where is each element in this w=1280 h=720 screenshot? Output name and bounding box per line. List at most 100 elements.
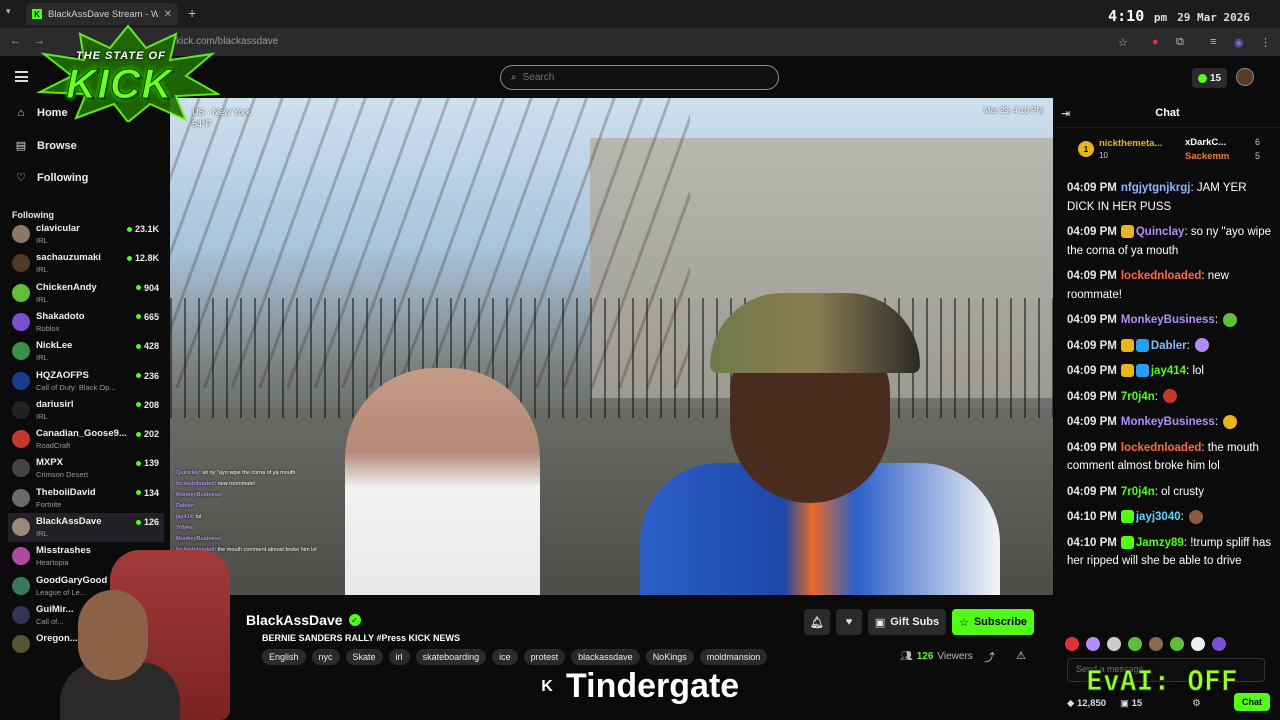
sidebar-channel-10[interactable]: BlackAssDave IRL 126 xyxy=(8,513,164,542)
leaderboard-count: 6 xyxy=(1255,137,1261,147)
share-icon[interactable]: ⤴ xyxy=(984,649,995,665)
browser-tab[interactable]: K BlackAssDave Stream - Wat ✕ xyxy=(26,3,178,25)
overlay-chat-line: Dabler: xyxy=(176,503,195,509)
live-dot-icon xyxy=(135,373,141,378)
overlay-chat-line: Quinclay: so ny "ayo wipe the corna of y… xyxy=(176,470,296,476)
stream-tag[interactable]: nyc xyxy=(311,649,340,665)
extension-icon[interactable]: ● xyxy=(1152,36,1159,48)
back-icon[interactable]: ← xyxy=(10,35,21,47)
streamer-name[interactable]: BlackAssDave ✓ xyxy=(246,612,361,628)
emote-icon[interactable] xyxy=(1191,637,1205,651)
follow-heart-button[interactable]: ♥ xyxy=(836,609,862,635)
chat-message: 04:09 PM Dabler: xyxy=(1067,337,1277,356)
emote-icon[interactable] xyxy=(1149,637,1163,651)
sidebar-channel-4[interactable]: NickLee IRL 428 xyxy=(8,337,164,366)
profile-icon[interactable]: ◉ xyxy=(1234,36,1244,49)
sidebar-channel-3[interactable]: Shakadoto Roblox 665 xyxy=(8,308,164,337)
search-input[interactable] xyxy=(522,72,743,83)
kicks-balance-button[interactable]: 15 xyxy=(1192,68,1227,88)
channel-avatar xyxy=(12,576,30,595)
notification-bell-button[interactable]: 🔔︎ xyxy=(804,609,830,635)
stream-title: BERNIE SANDERS RALLY #Press KICK NEWS xyxy=(262,633,461,643)
sidebar-item-following[interactable]: ♡ Following xyxy=(15,171,88,185)
overlay-chat-line: jay414: lol xyxy=(176,514,202,520)
chat-message-time: 04:09 PM xyxy=(1067,485,1117,498)
stream-tag[interactable]: skateboarding xyxy=(415,649,487,665)
extensions-puzzle-icon[interactable]: ⧉ xyxy=(1176,36,1184,49)
chat-message-time: 04:10 PM xyxy=(1067,511,1117,523)
overlay-chat-line: lockednloaded: new roommate! xyxy=(176,481,256,487)
stream-tag[interactable]: NoKings xyxy=(645,649,694,665)
stream-tags: English nyc Skate irl skateboarding ice protes… xyxy=(262,649,768,665)
stream-tag[interactable]: irl xyxy=(388,649,410,665)
video-player[interactable]: US · New York 54°F Mar 29, 4:10 PM Quinc… xyxy=(170,98,1053,595)
chat-message-time: 04:09 PM xyxy=(1067,365,1117,377)
leaderboard-user[interactable]: Sackemm xyxy=(1185,151,1229,162)
channel-viewers: 12.8K xyxy=(126,253,159,263)
sidebar-channel-0[interactable]: clavicular IRL 23.1K xyxy=(8,220,164,249)
emote-icon[interactable] xyxy=(1170,637,1184,651)
collapse-chat-icon[interactable]: ⇥ xyxy=(1061,107,1070,120)
sidebar-channel-7[interactable]: Canadian_Goose9... RoadCraft 202 xyxy=(8,425,164,454)
emote-icon[interactable] xyxy=(1128,637,1142,651)
chat-message-user[interactable]: jayj3040 xyxy=(1136,511,1181,523)
hamburger-menu-icon[interactable] xyxy=(15,71,28,82)
tab-list-icon[interactable]: ▾ xyxy=(6,6,11,17)
chat-message-user[interactable]: 7r0j4n xyxy=(1121,486,1155,498)
browser-menu-icon[interactable]: ⋮ xyxy=(1260,36,1271,49)
emote-icon[interactable] xyxy=(1107,637,1121,651)
viewers-icon: 👥︎ xyxy=(900,651,913,662)
channel-viewers-value: 126 xyxy=(143,517,159,527)
chat-message: 04:09 PM jay414: lol xyxy=(1067,364,1204,378)
leaderboard-user[interactable]: nickthemeta... xyxy=(1099,138,1162,149)
chat-message-user[interactable]: MonkeyBusiness xyxy=(1121,416,1215,428)
chat-message-user[interactable]: jay414 xyxy=(1151,365,1186,377)
chat-message-user[interactable]: nfgjytgnjkrgj xyxy=(1121,182,1191,194)
emote-icon[interactable] xyxy=(1086,637,1100,651)
sidebar-channel-6[interactable]: dariusirl IRL 208 xyxy=(8,396,164,425)
media-control-icon[interactable]: ≡ xyxy=(1210,36,1216,48)
chat-message-user[interactable]: 7r0j4n xyxy=(1121,391,1155,403)
chat-message-user[interactable]: Quinclay xyxy=(1136,226,1185,238)
chat-badge-icon xyxy=(1135,364,1149,378)
chat-message-user[interactable]: lockednloaded xyxy=(1121,270,1202,282)
stream-tag[interactable]: Skate xyxy=(345,649,383,665)
stream-tag[interactable]: moldmansion xyxy=(699,649,768,665)
channel-avatar xyxy=(12,312,30,331)
user-avatar[interactable] xyxy=(1236,68,1254,86)
close-tab-icon[interactable]: ✕ xyxy=(164,9,172,20)
sidebar-channel-2[interactable]: ChickenAndy IRL 904 xyxy=(8,279,164,308)
chat-badge-icon xyxy=(1135,338,1149,352)
search-bar[interactable]: ⌕ xyxy=(500,65,779,90)
send-chat-button[interactable]: Chat xyxy=(1234,693,1270,711)
report-icon[interactable]: ⚠ xyxy=(1016,649,1026,662)
leaderboard-user[interactable]: xDarkC... xyxy=(1185,137,1226,148)
sidebar-channel-1[interactable]: sachauzumaki IRL 12.8K xyxy=(8,249,164,278)
chat-settings-icon[interactable]: ⚙ xyxy=(1192,698,1201,709)
chat-message-user[interactable]: Jamzy89 xyxy=(1136,537,1184,549)
sidebar-channel-8[interactable]: MXPX Crimson Desert 139 xyxy=(8,454,164,483)
gift-count[interactable]: ▣ 15 xyxy=(1120,698,1142,709)
new-tab-icon[interactable]: + xyxy=(188,5,196,21)
stream-tag[interactable]: English xyxy=(262,649,306,665)
emote-icon[interactable] xyxy=(1065,637,1079,651)
stream-tag[interactable]: protest xyxy=(523,649,566,665)
overlay-chat-line: MonkeyBusiness: xyxy=(176,492,223,498)
chat-message: 04:09 PM nfgjytgnjkrgj: JAM YER DICK IN H… xyxy=(1067,182,1247,213)
chat-message-user[interactable]: Dabler xyxy=(1151,340,1187,352)
bookmark-star-icon[interactable]: ☆ xyxy=(1118,36,1128,49)
sidebar-channel-9[interactable]: TheboiiDavid Fortnite 134 xyxy=(8,484,164,513)
subscribe-button[interactable]: ☆ Subscribe xyxy=(952,609,1034,635)
bell-icon: 🔔︎ xyxy=(810,616,824,629)
stream-tag[interactable]: blackassdave xyxy=(571,649,640,665)
stream-tag[interactable]: ice xyxy=(492,649,518,665)
sidebar-channel-5[interactable]: HQZAOFPS Call of Duty: Black Op... 236 xyxy=(8,367,164,396)
live-dot-icon xyxy=(126,255,132,261)
channel-points[interactable]: ◆ 12,850 xyxy=(1067,698,1106,709)
gift-subs-button[interactable]: ▣ Gift Subs xyxy=(868,609,946,635)
emote-icon[interactable] xyxy=(1212,637,1226,651)
channel-name: MXPX xyxy=(36,457,63,469)
chat-message-user[interactable]: MonkeyBusiness xyxy=(1121,314,1215,326)
sidebar-item-browse[interactable]: ▤ Browse xyxy=(15,139,77,153)
chat-message-user[interactable]: lockednloaded xyxy=(1121,442,1202,454)
